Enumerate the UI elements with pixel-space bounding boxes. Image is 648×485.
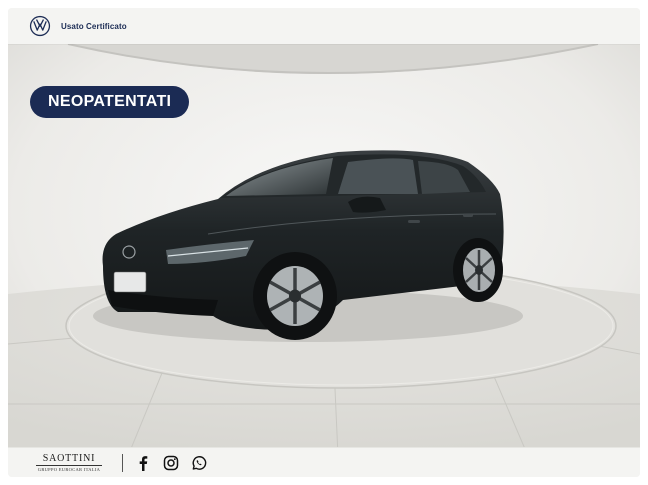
dealer-name: SAOTTINI xyxy=(42,452,96,464)
header-bar: Usato Certificato xyxy=(8,8,640,44)
dealer-divider xyxy=(36,464,102,466)
dealer-subtitle: GRUPPO EUROCAR ITALIA xyxy=(37,466,101,472)
brand-label: Usato Certificato xyxy=(61,21,127,31)
footer-bar: SAOTTINI GRUPPO EUROCAR ITALIA xyxy=(8,447,640,477)
vw-logo-icon xyxy=(29,15,51,37)
whatsapp-icon[interactable] xyxy=(191,455,207,471)
footer-separator xyxy=(122,453,123,472)
instagram-icon[interactable] xyxy=(163,455,179,471)
listing-image-frame: Usato Certificato NEOPATENTATI SAOTTINI … xyxy=(8,8,640,477)
dealer-logo: SAOTTINI GRUPPO EUROCAR ITALIA xyxy=(30,452,108,472)
facebook-icon[interactable] xyxy=(135,455,151,471)
neopatentati-badge: NEOPATENTATI xyxy=(30,86,190,118)
social-links xyxy=(135,455,207,471)
